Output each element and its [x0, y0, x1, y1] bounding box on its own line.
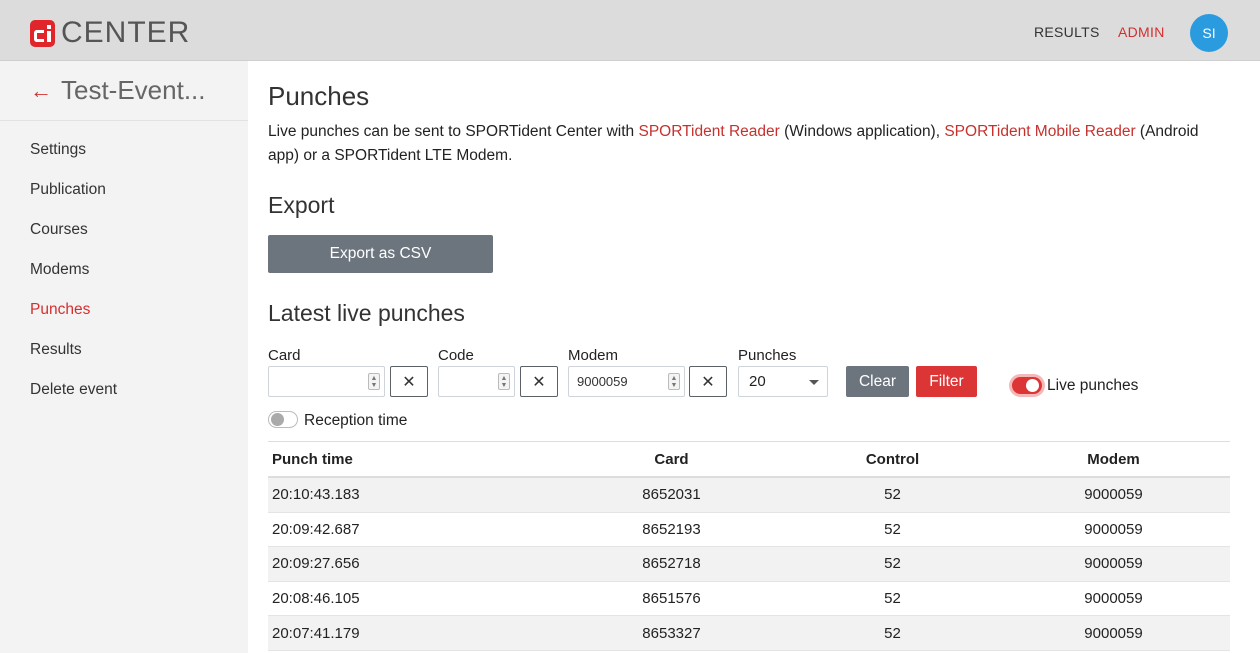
cell-control: 52 [884, 520, 901, 538]
cell-modem: 9000059 [1084, 520, 1143, 538]
app-logo[interactable]: CENTER [30, 16, 191, 49]
code-input[interactable]: ▲ ▼ [438, 366, 515, 397]
sidebar-item-delete-event[interactable]: Delete event [0, 380, 248, 420]
event-header: ← Test-Event... [0, 61, 248, 121]
clear-code-button[interactable]: ✕ [520, 366, 558, 397]
user-avatar[interactable]: SI [1190, 14, 1228, 52]
table-row: 20:09:42.687 8652193 52 9000059 [268, 513, 1230, 548]
cell-modem: 9000059 [1084, 624, 1143, 642]
logo-text: CENTER [61, 16, 191, 49]
punches-table: Punch time Card Control Modem 20:10:43.1… [268, 441, 1230, 651]
caret-down-icon [809, 380, 819, 385]
reception-time-toggle[interactable] [268, 411, 298, 428]
sidebar-menu: Settings Publication Courses Modems Punc… [0, 121, 248, 420]
card-input[interactable]: ▲ ▼ [268, 366, 385, 397]
sportident-mobile-reader-link[interactable]: SPORTident Mobile Reader [944, 123, 1135, 140]
close-icon: ✕ [532, 373, 546, 391]
table-row: 20:10:43.183 8652031 52 9000059 [268, 478, 1230, 513]
clear-card-button[interactable]: ✕ [390, 366, 428, 397]
sidebar-item-results[interactable]: Results [0, 340, 248, 380]
sidebar: ← Test-Event... Settings Publication Cou… [0, 61, 248, 653]
modem-input-value: 9000059 [577, 374, 628, 389]
event-name: Test-Event... [61, 75, 206, 105]
cell-control: 52 [884, 624, 901, 642]
si-logo-icon [30, 19, 55, 47]
nav-admin-link[interactable]: ADMIN [1118, 24, 1165, 40]
table-row: 20:08:46.105 8651576 52 9000059 [268, 582, 1230, 617]
intro-text: Live punches can be sent to SPORTident C… [268, 120, 1223, 168]
cell-modem: 9000059 [1084, 555, 1143, 573]
sidebar-item-settings[interactable]: Settings [0, 140, 248, 180]
cell-control: 52 [884, 555, 901, 573]
cell-punch-time: 20:09:27.656 [272, 555, 360, 573]
table-header: Punch time Card Control Modem [268, 442, 1230, 478]
cell-punch-time: 20:08:46.105 [272, 590, 360, 608]
code-spinner-icon[interactable]: ▲ ▼ [498, 373, 510, 390]
col-modem[interactable]: Modem [1003, 451, 1224, 468]
cell-card: 8653327 [642, 624, 701, 642]
live-punches-toggle[interactable] [1012, 377, 1042, 394]
col-card[interactable]: Card [561, 451, 782, 468]
close-icon: ✕ [701, 373, 715, 391]
latest-punches-heading: Latest live punches [268, 300, 465, 326]
page-title: Punches [268, 81, 370, 111]
clear-modem-button[interactable]: ✕ [689, 366, 727, 397]
live-punches-label: Live punches [1047, 377, 1139, 394]
card-label: Card [268, 347, 301, 364]
sidebar-item-courses[interactable]: Courses [0, 220, 248, 260]
punches-count-select[interactable]: 20 [738, 366, 828, 397]
modem-label: Modem [568, 347, 619, 364]
table-row: 20:09:27.656 8652718 52 9000059 [268, 547, 1230, 582]
punches-count-value: 20 [749, 373, 766, 390]
card-spinner-icon[interactable]: ▲ ▼ [368, 373, 380, 390]
cell-modem: 9000059 [1084, 486, 1143, 504]
cell-punch-time: 20:10:43.183 [272, 486, 360, 504]
modem-spinner-icon[interactable]: ▲ ▼ [668, 373, 680, 390]
back-arrow-icon[interactable]: ← [30, 79, 52, 102]
export-heading: Export [268, 192, 335, 218]
intro-part-2: (Windows application), [779, 123, 945, 140]
col-punch-time[interactable]: Punch time [268, 451, 561, 468]
punches-count-label: Punches [738, 347, 797, 364]
reception-time-label: Reception time [304, 412, 408, 429]
sidebar-item-punches[interactable]: Punches [0, 300, 248, 340]
sidebar-item-publication[interactable]: Publication [0, 180, 248, 220]
top-bar: CENTER RESULTS ADMIN SI [0, 0, 1260, 61]
code-label: Code [438, 347, 474, 364]
table-row: 20:07:41.179 8653327 52 9000059 [268, 616, 1230, 651]
sportident-reader-link[interactable]: SPORTident Reader [639, 123, 780, 140]
cell-card: 8652718 [642, 555, 701, 573]
clear-button[interactable]: Clear [846, 366, 909, 397]
cell-punch-time: 20:07:41.179 [272, 624, 360, 642]
intro-part-1: Live punches can be sent to SPORTident C… [268, 123, 639, 140]
cell-card: 8651576 [642, 590, 701, 608]
cell-control: 52 [884, 486, 901, 504]
col-control[interactable]: Control [782, 451, 1003, 468]
cell-punch-time: 20:09:42.687 [272, 520, 360, 538]
modem-input[interactable]: 9000059 ▲ ▼ [568, 366, 685, 397]
sidebar-item-modems[interactable]: Modems [0, 260, 248, 300]
cell-control: 52 [884, 590, 901, 608]
export-csv-button[interactable]: Export as CSV [268, 235, 493, 273]
cell-card: 8652193 [642, 520, 701, 538]
nav-results-link[interactable]: RESULTS [1034, 24, 1100, 40]
cell-card: 8652031 [642, 486, 701, 504]
close-icon: ✕ [402, 373, 416, 391]
filter-button[interactable]: Filter [916, 366, 977, 397]
cell-modem: 9000059 [1084, 590, 1143, 608]
